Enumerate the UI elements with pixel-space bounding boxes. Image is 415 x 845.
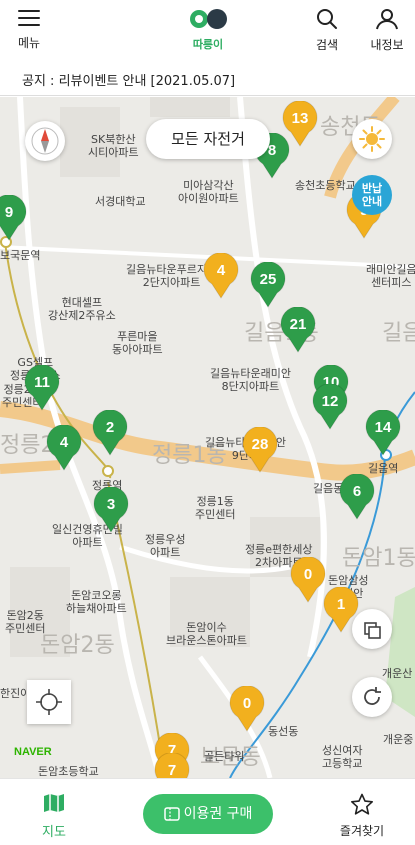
- return-guide-line2: 안내: [361, 195, 383, 208]
- menu-label: 메뉴: [17, 36, 41, 50]
- sun-icon: [359, 126, 385, 152]
- pin-count: 13: [291, 110, 309, 127]
- green-station-pin[interactable]: 25: [249, 262, 287, 308]
- menu-button[interactable]: 메뉴: [6, 8, 52, 51]
- pin-count: 3: [106, 496, 116, 513]
- notice-bar[interactable]: 공지 : 리뷰이벤트 안내 [2021.05.07]: [0, 60, 415, 96]
- mypage-button[interactable]: 내정보: [362, 8, 412, 53]
- place-label: 미아삼각산 아이원아파트: [178, 179, 239, 205]
- mypage-label: 내정보: [370, 38, 404, 52]
- logo-icon: [190, 9, 227, 29]
- layers-icon: [364, 622, 381, 639]
- place-label: 서경대학교: [95, 195, 146, 208]
- app-logo[interactable]: 따릉이: [180, 8, 236, 52]
- place-label: 래미안길음 센터피스: [366, 263, 415, 289]
- refresh-button[interactable]: [352, 677, 392, 717]
- naver-logo: NAVER: [14, 746, 52, 758]
- search-icon: [315, 9, 339, 33]
- area-label: 돈암2동: [40, 633, 115, 658]
- compass-icon: [31, 127, 59, 155]
- ticket-icon: [163, 807, 180, 821]
- return-guide-badge[interactable]: 반납 안내: [352, 175, 392, 215]
- place-label: SK북한산 시티아파트: [88, 133, 139, 159]
- notice-text: 공지 : 리뷰이벤트 안내 [2021.05.07]: [22, 74, 236, 89]
- green-station-pin[interactable]: 4: [45, 425, 83, 471]
- place-label: 성신여자 고등학교: [322, 744, 363, 770]
- green-station-pin[interactable]: 11: [23, 365, 61, 411]
- green-station-pin[interactable]: 3: [92, 487, 130, 533]
- place-label: 동선동: [268, 725, 299, 738]
- locate-icon: [36, 689, 62, 715]
- weather-button[interactable]: [352, 119, 392, 159]
- place-label: 돈암초등학교: [38, 765, 99, 778]
- return-guide-line1: 반납: [361, 182, 383, 195]
- map-view[interactable]: 길음1동 정릉1동 길음 돈암1동 돈암2동 정릉2동 보문동 송천동 SK북한…: [0, 97, 415, 778]
- place-label: 골든타워: [204, 750, 245, 763]
- place-label: 정릉1동 주민센터: [195, 495, 236, 521]
- locate-button[interactable]: [27, 680, 71, 724]
- green-station-pin[interactable]: 14: [364, 410, 402, 456]
- pin-count: 21: [289, 316, 307, 333]
- green-station-pin[interactable]: 9: [0, 195, 28, 241]
- yellow-station-pin[interactable]: 0: [228, 686, 266, 732]
- place-label: 현대셀프 강산제2주유소: [48, 296, 116, 322]
- tab-favorites-label: 즐겨찾기: [339, 824, 385, 838]
- place-label: 한진아: [0, 687, 31, 700]
- yellow-station-pin[interactable]: 7: [153, 753, 191, 778]
- bottom-nav: 지도 이용권 구매 즐겨찾기: [0, 778, 415, 845]
- layers-button[interactable]: [352, 609, 392, 649]
- pin-count: 28: [251, 436, 269, 453]
- pin-count: 0: [303, 566, 313, 583]
- tab-map-label: 지도: [42, 825, 66, 840]
- place-label: 개운중: [383, 733, 414, 746]
- buy-ticket-label: 이용권 구매: [183, 806, 253, 822]
- place-label: 돈암2동 주민센터: [5, 609, 46, 635]
- pin-count: 6: [352, 483, 362, 500]
- tab-map[interactable]: 지도: [32, 793, 76, 840]
- green-station-pin[interactable]: 12: [311, 384, 349, 430]
- map-icon: [42, 794, 66, 817]
- pin-count: 12: [321, 393, 339, 410]
- star-icon: [350, 793, 374, 818]
- place-label: 돈암이수 브라운스톤아파트: [166, 621, 247, 647]
- pin-count: 4: [216, 262, 226, 279]
- app-screen: 메뉴 따릉이 검색 내정보 공지 : 리뷰이벤트 안내 [2021.05.07]: [0, 0, 415, 845]
- tab-favorites[interactable]: 즐겨찾기: [330, 793, 394, 839]
- yellow-station-pin[interactable]: 4: [202, 253, 240, 299]
- search-button[interactable]: 검색: [305, 8, 349, 53]
- pin-count: 14: [374, 419, 392, 436]
- pin-count: 25: [259, 271, 277, 288]
- compass-button[interactable]: [25, 121, 65, 161]
- yellow-station-pin[interactable]: 28: [241, 427, 279, 473]
- hamburger-icon: [17, 10, 41, 31]
- buy-ticket-button[interactable]: 이용권 구매: [143, 794, 273, 834]
- place-label: 돈암코오롱 하늘채아파트: [66, 589, 127, 615]
- all-bikes-filter[interactable]: 모든 자전거: [146, 119, 270, 159]
- place-label: 송천초등학교: [295, 179, 356, 192]
- pin-count: 4: [59, 434, 69, 451]
- pin-count: 2: [105, 419, 115, 436]
- user-icon: [375, 9, 399, 33]
- place-label: 보국문역: [0, 249, 41, 262]
- green-station-pin[interactable]: 6: [338, 474, 376, 520]
- all-bikes-label: 모든 자전거: [171, 130, 245, 148]
- pin-count: 0: [242, 695, 252, 712]
- place-label: 정릉우성 아파트: [145, 533, 186, 559]
- top-header: 메뉴 따릉이 검색 내정보: [0, 0, 415, 60]
- pin-count: 7: [167, 762, 177, 778]
- pin-count: 9: [4, 204, 14, 221]
- green-station-pin[interactable]: 2: [91, 410, 129, 456]
- area-label: 돈암1동: [342, 546, 415, 571]
- refresh-icon: [364, 687, 381, 705]
- search-label: 검색: [315, 38, 339, 52]
- green-station-pin[interactable]: 21: [279, 307, 317, 353]
- area-label: 길음: [382, 321, 415, 346]
- logo-label: 따릉이: [192, 38, 224, 51]
- place-label: 푸른마을 동아아파트: [112, 330, 163, 356]
- pin-count: 11: [34, 374, 50, 391]
- place-label: 길음뉴타운래미안 8단지아파트: [210, 367, 291, 393]
